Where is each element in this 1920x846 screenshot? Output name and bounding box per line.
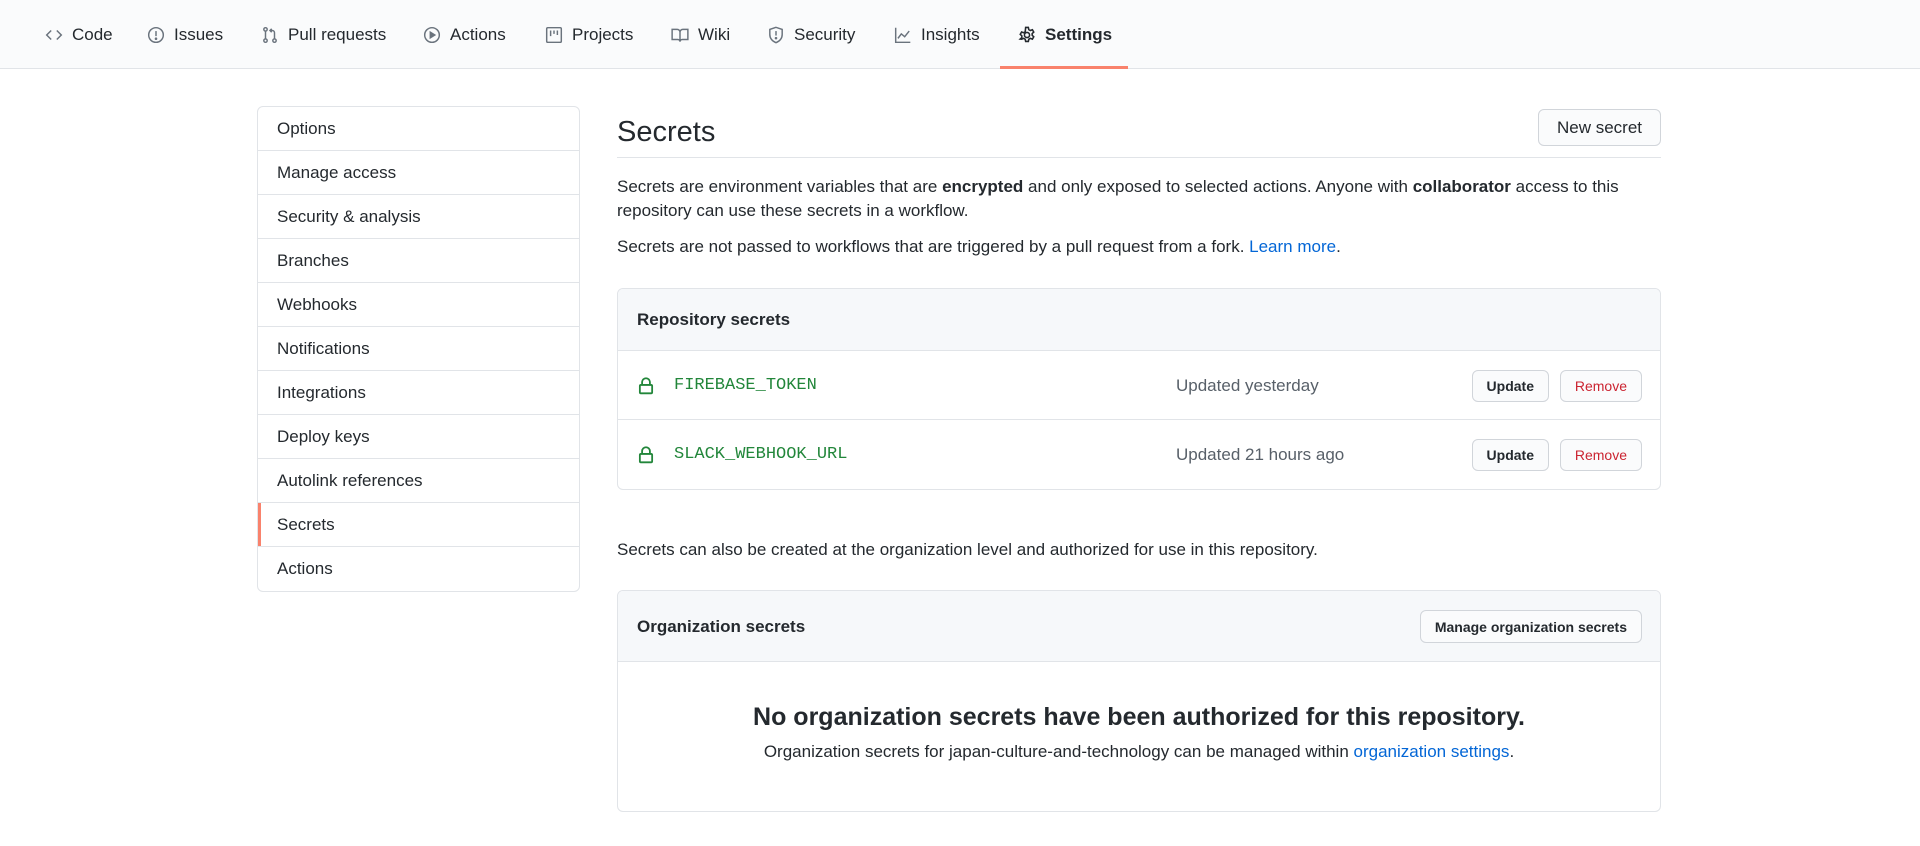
tab-label: Wiki (698, 24, 731, 44)
pull-request-icon (261, 26, 279, 44)
sidebar-item-options[interactable]: Options (258, 107, 579, 151)
learn-more-link[interactable]: Learn more (1249, 237, 1336, 256)
sidebar-item-webhooks[interactable]: Webhooks (258, 283, 579, 327)
secret-updated: Updated yesterday (1176, 376, 1319, 395)
tab-settings[interactable]: Settings (1018, 0, 1112, 69)
fork-note-end: . (1336, 237, 1341, 256)
secret-updated: Updated 21 hours ago (1176, 445, 1345, 464)
secret-name: SLACK_WEBHOOK_URL (674, 445, 848, 464)
issue-icon (147, 26, 165, 44)
lock-icon (637, 376, 655, 395)
shield-icon (767, 26, 785, 44)
sidebar-item-actions[interactable]: Actions (258, 547, 579, 591)
sidebar-item-security-analysis[interactable]: Security & analysis (258, 195, 579, 239)
blankslate-text: Organization secrets for japan-culture-a… (618, 740, 1660, 764)
organization-settings-link[interactable]: organization settings (1354, 742, 1510, 761)
desc-bold-collaborator: collaborator (1412, 177, 1511, 196)
tab-label: Settings (1045, 24, 1113, 44)
play-icon (423, 26, 441, 44)
tab-label: Pull requests (288, 24, 387, 44)
organization-secrets-box: Organization secrets Manage organization… (617, 590, 1661, 812)
project-icon (545, 26, 563, 44)
sidebar-item-branches[interactable]: Branches (258, 239, 579, 283)
tab-wiki[interactable]: Wiki (671, 0, 730, 69)
org-secrets-note: Secrets can also be created at the organ… (617, 540, 1318, 559)
remove-secret-button[interactable]: Remove (1559, 370, 1642, 402)
code-icon (45, 26, 63, 44)
sidebar-item-manage-access[interactable]: Manage access (258, 151, 579, 195)
tab-label: Projects (572, 24, 634, 44)
secret-row: SLACK_WEBHOOK_URL Updated 21 hours ago U… (618, 420, 1660, 489)
fork-note-text: Secrets are not passed to workflows that… (617, 237, 1250, 256)
graph-icon (894, 26, 912, 44)
secret-row: FIREBASE_TOKEN Updated yesterday Update … (618, 351, 1660, 420)
tab-label: Issues (174, 24, 224, 44)
sidebar-item-notifications[interactable]: Notifications (258, 327, 579, 371)
organization-secrets-title: Organization secrets (637, 617, 806, 636)
secret-name: FIREBASE_TOKEN (674, 376, 817, 395)
tab-label: Security (794, 24, 856, 44)
desc-text: and only exposed to selected actions. An… (1023, 177, 1413, 196)
sidebar-item-integrations[interactable]: Integrations (258, 371, 579, 415)
lock-icon (637, 445, 655, 464)
tab-code[interactable]: Code (45, 0, 113, 69)
page-title: Secrets (617, 116, 716, 148)
tab-issues[interactable]: Issues (147, 0, 223, 69)
active-tab-indicator (1000, 66, 1128, 69)
tab-label: Actions (450, 24, 506, 44)
tab-label: Code (72, 24, 113, 44)
blankslate-title: No organization secrets have been author… (753, 703, 1525, 731)
repo-nav: Code Issues Pull requests Actions Projec… (0, 0, 1920, 69)
repository-secrets-header: Repository secrets (618, 289, 1660, 351)
organization-secrets-header: Organization secrets Manage organization… (618, 591, 1660, 662)
remove-secret-button[interactable]: Remove (1559, 439, 1642, 471)
book-icon (671, 26, 689, 44)
blankslate-end: . (1509, 742, 1515, 761)
blankslate: No organization secrets have been author… (618, 662, 1660, 811)
fork-note: Secrets are not passed to workflows that… (617, 235, 1661, 259)
tab-projects[interactable]: Projects (545, 0, 633, 69)
sidebar-item-secrets[interactable]: Secrets (258, 503, 579, 547)
sidebar-item-autolink-references[interactable]: Autolink references (258, 459, 579, 503)
tab-security[interactable]: Security (767, 0, 855, 69)
tab-insights[interactable]: Insights (894, 0, 980, 69)
sidebar-item-deploy-keys[interactable]: Deploy keys (258, 415, 579, 459)
manage-organization-secrets-button[interactable]: Manage organization secrets (1419, 610, 1642, 643)
tab-pull-requests[interactable]: Pull requests (261, 0, 386, 69)
desc-bold-encrypted: encrypted (942, 177, 1024, 196)
secrets-description: Secrets are environment variables that a… (617, 175, 1661, 223)
settings-sidebar: Options Manage access Security & analysi… (257, 106, 580, 592)
secrets-main: Secrets New secret Secrets are environme… (617, 106, 1661, 812)
blankslate-desc: Organization secrets for japan-culture-a… (763, 742, 1354, 761)
tab-label: Insights (921, 24, 980, 44)
update-secret-button[interactable]: Update (1471, 370, 1549, 402)
page-header: Secrets New secret (617, 106, 1661, 158)
desc-text: Secrets are environment variables that a… (617, 177, 943, 196)
new-secret-button[interactable]: New secret (1537, 109, 1661, 146)
tab-actions[interactable]: Actions (423, 0, 506, 69)
update-secret-button[interactable]: Update (1471, 439, 1549, 471)
gear-icon (1018, 26, 1036, 44)
repository-secrets-box: Repository secrets FIREBASE_TOKEN Update… (617, 288, 1661, 490)
